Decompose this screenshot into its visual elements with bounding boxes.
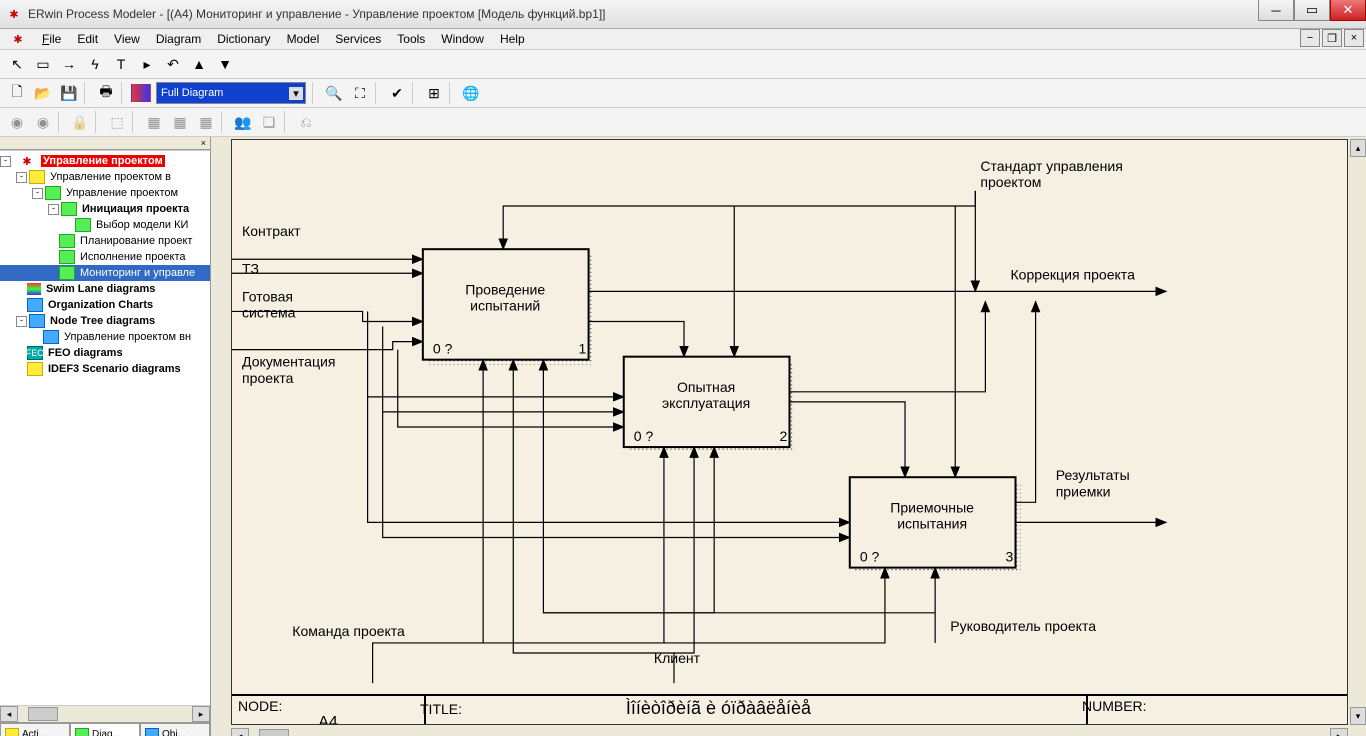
sidebar: × -✱Управление проектом -Управление прое…: [0, 137, 211, 736]
menubar: ✱ File Edit View Diagram Dictionary Mode…: [0, 29, 1366, 50]
menu-edit[interactable]: Edit: [69, 30, 106, 48]
tree-item[interactable]: Планирование проект: [0, 233, 210, 249]
tree-item[interactable]: -Управление проектом в: [0, 169, 210, 185]
menu-help[interactable]: Help: [492, 30, 533, 48]
arrow-tool[interactable]: →: [57, 52, 81, 76]
control-label: Стандарт управленияпроектом: [980, 158, 1122, 190]
app-icon: ✱: [6, 6, 22, 22]
tab-activities[interactable]: Acti...: [0, 723, 70, 736]
tree-item[interactable]: Управление проектом вн: [0, 329, 210, 345]
window-title: ERwin Process Modeler - [(A4) Мониторинг…: [28, 7, 605, 21]
tree-root[interactable]: -✱Управление проектом: [0, 153, 210, 169]
tab-objects[interactable]: Obj...: [140, 723, 210, 736]
globe-button[interactable]: 🌐: [459, 81, 483, 105]
up-tool[interactable]: ▲: [187, 52, 211, 76]
canvas-vscroll[interactable]: ▴ ▾: [1350, 139, 1366, 725]
print-button[interactable]: 🖶: [94, 81, 118, 105]
panel-close[interactable]: ×: [0, 137, 210, 150]
close-button[interactable]: ✕: [1330, 0, 1366, 21]
dup-button: ❏: [257, 110, 281, 134]
menu-view[interactable]: View: [106, 30, 148, 48]
tree-node[interactable]: -Node Tree diagrams: [0, 313, 210, 329]
align2: ▦: [168, 110, 192, 134]
diagram-footer: NODE:A4 TITLE: Ìîíèòîðèíã è óïðàâëåíèå N…: [232, 694, 1347, 724]
menu-diagram[interactable]: Diagram: [148, 30, 209, 48]
squiggle-tool[interactable]: ϟ: [83, 52, 107, 76]
tree-idef3[interactable]: IDEF3 Scenario diagrams: [0, 361, 210, 377]
canvas-hscroll[interactable]: ◂▸: [231, 727, 1348, 736]
tab-diagrams[interactable]: Diag...: [70, 723, 140, 736]
box3-num: 3: [1005, 549, 1013, 565]
tree-item[interactable]: -Управление проектом: [0, 185, 210, 201]
zoom-in-button[interactable]: 🔍: [322, 81, 346, 105]
people-button[interactable]: 👥: [231, 110, 255, 134]
box1-title: Проведениеиспытаний: [465, 281, 545, 313]
mdi-close[interactable]: ×: [1344, 29, 1364, 47]
box3-title: Приемочныеиспытания: [890, 499, 974, 531]
pointer-tool[interactable]: ↖: [5, 52, 29, 76]
menu-model[interactable]: Model: [279, 30, 328, 48]
tree-item[interactable]: -Инициация проекта: [0, 201, 210, 217]
menu-dictionary[interactable]: Dictionary: [209, 30, 278, 48]
idef0-diagram: Стандарт управленияпроектом Контракт ТЗ …: [232, 140, 1347, 724]
menu-window[interactable]: Window: [433, 30, 492, 48]
undo-tool[interactable]: ↶: [161, 52, 185, 76]
input1-label: Контракт: [242, 223, 301, 239]
menu-services[interactable]: Services: [327, 30, 389, 48]
diagram-canvas[interactable]: Стандарт управленияпроектом Контракт ТЗ …: [231, 139, 1348, 725]
cube-button: ⬚: [105, 110, 129, 134]
group1-b: ◉: [31, 110, 55, 134]
spell-button[interactable]: ✔: [385, 81, 409, 105]
mdi-minimize[interactable]: −: [1300, 29, 1320, 47]
color-button[interactable]: [131, 84, 151, 102]
toolbar-3: ◉ ◉ 🔒 ⬚ ▦ ▦ ▦ 👥 ❏ ⎌: [0, 108, 1366, 137]
conn-button: ⎌: [294, 110, 318, 134]
mdi-restore[interactable]: ❐: [1322, 29, 1342, 47]
titlebar: ✱ ERwin Process Modeler - [(A4) Монитори…: [0, 0, 1366, 29]
box2-num: 2: [779, 428, 787, 444]
menu-tools[interactable]: Tools: [389, 30, 433, 48]
maximize-button[interactable]: ▭: [1294, 0, 1330, 21]
tree-feo[interactable]: FEOFEO diagrams: [0, 345, 210, 361]
box-tool[interactable]: ▭: [31, 52, 55, 76]
tree-hscroll[interactable]: ◂▸: [0, 705, 210, 722]
box3-page: 0 ?: [860, 549, 880, 565]
input4-label: Документацияпроекта: [242, 354, 335, 386]
tree-org[interactable]: Organization Charts: [0, 297, 210, 313]
zoom-combo[interactable]: Full Diagram: [156, 82, 306, 104]
zoom-fit-button[interactable]: ⛶: [348, 81, 372, 105]
menu-file[interactable]: File: [34, 30, 69, 48]
tree-item[interactable]: Исполнение проекта: [0, 249, 210, 265]
more-tool[interactable]: ▸: [135, 52, 159, 76]
output1-label: Коррекция проекта: [1010, 266, 1135, 282]
tree-item-selected[interactable]: Мониторинг и управле: [0, 265, 210, 281]
toolbar-1: ↖ ▭ → ϟ T ▸ ↶ ▲ ▼: [0, 50, 1366, 79]
align1: ▦: [142, 110, 166, 134]
text-tool[interactable]: T: [109, 52, 133, 76]
tree-button[interactable]: ⊞: [422, 81, 446, 105]
canvas-container: Стандарт управленияпроектом Контракт ТЗ …: [211, 137, 1366, 736]
model-tree[interactable]: -✱Управление проектом -Управление проект…: [0, 150, 210, 705]
mech1-label: Команда проекта: [292, 623, 405, 639]
toolbar-2: 🗋 📂 💾 🖶 Full Diagram 🔍 ⛶ ✔ ⊞ 🌐: [0, 79, 1366, 108]
new-button[interactable]: 🗋: [5, 81, 29, 105]
group1-a: ◉: [5, 110, 29, 134]
input3-label: Готоваясистема: [242, 288, 296, 320]
tree-item[interactable]: Выбор модели КИ: [0, 217, 210, 233]
mdi-icon[interactable]: ✱: [10, 31, 26, 47]
lock-button: 🔒: [68, 110, 92, 134]
mech3-label: Руководитель проекта: [950, 618, 1096, 634]
box1-num: 1: [579, 341, 587, 357]
align3: ▦: [194, 110, 218, 134]
box1-page: 0 ?: [433, 341, 453, 357]
box2-page: 0 ?: [634, 428, 654, 444]
save-button[interactable]: 💾: [57, 81, 81, 105]
output2-label: Результатыприемки: [1056, 467, 1130, 499]
tree-swim[interactable]: Swim Lane diagrams: [0, 281, 210, 297]
down-tool[interactable]: ▼: [213, 52, 237, 76]
open-button[interactable]: 📂: [31, 81, 55, 105]
minimize-button[interactable]: ─: [1258, 0, 1294, 21]
